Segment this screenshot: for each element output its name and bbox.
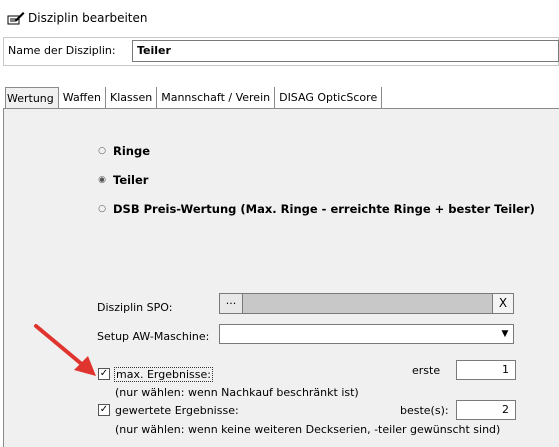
spo-field xyxy=(243,293,492,314)
counted-results-hint: (nur wählen: wenn keine weiteren Deckser… xyxy=(115,423,501,436)
max-results-value-label: erste xyxy=(412,364,441,377)
spo-browse-button[interactable]: ... xyxy=(219,293,243,314)
max-results-label: max. Ergebnisse: xyxy=(116,368,211,381)
name-label: Name der Disziplin: xyxy=(8,44,116,57)
max-results-checkbox[interactable]: ✓ xyxy=(98,368,110,380)
radio-dsb-preis[interactable]: ○ DSB Preis-Wertung (Max. Ringe - erreic… xyxy=(97,202,535,216)
radio-dsb-label: DSB Preis-Wertung (Max. Ringe - erreicht… xyxy=(113,202,535,216)
chevron-down-icon[interactable]: ▼ xyxy=(497,325,513,343)
tab-bar: Wertung Waffen Klassen Mannschaft / Vere… xyxy=(5,87,383,110)
radio-empty-icon[interactable]: ○ xyxy=(97,146,107,156)
counted-results-checkbox[interactable]: ✓ xyxy=(98,404,110,416)
max-results-input[interactable]: 1 xyxy=(456,360,516,380)
red-arrow-annotation xyxy=(34,324,96,376)
spo-label: Disziplin SPO: xyxy=(97,301,173,314)
tab-mannschaft-verein[interactable]: Mannschaft / Verein xyxy=(157,87,276,109)
tab-waffen[interactable]: Waffen xyxy=(58,87,106,109)
setup-select[interactable] xyxy=(219,324,514,344)
radio-selected-icon[interactable]: ◉ xyxy=(97,175,107,185)
tab-klassen[interactable]: Klassen xyxy=(106,87,158,109)
radio-teiler-label: Teiler xyxy=(113,173,149,187)
counted-results-input[interactable]: 2 xyxy=(456,400,516,420)
window-title: Disziplin bearbeiten xyxy=(28,11,148,25)
setup-label: Setup AW-Maschine: xyxy=(97,330,210,343)
max-results-hint: (nur wählen: wenn Nachkauf beschränkt is… xyxy=(115,386,359,399)
radio-empty-icon[interactable]: ○ xyxy=(97,204,107,214)
radio-teiler[interactable]: ◉ Teiler xyxy=(97,173,148,187)
radio-ringe[interactable]: ○ Ringe xyxy=(97,144,150,158)
discipline-name-input[interactable] xyxy=(132,40,559,62)
edit-discipline-icon xyxy=(7,12,25,25)
max-results-focus: max. Ergebnisse: xyxy=(114,367,213,382)
counted-results-value-label: beste(s): xyxy=(400,404,449,417)
counted-results-label: gewertete Ergebnisse: xyxy=(115,404,239,417)
tab-disag-opticscore[interactable]: DISAG OpticScore xyxy=(275,87,383,109)
spo-clear-button[interactable]: X xyxy=(492,293,514,314)
discipline-name-value[interactable]: Teiler xyxy=(137,44,171,57)
tab-wertung[interactable]: Wertung xyxy=(5,87,59,110)
radio-ringe-label: Ringe xyxy=(113,144,151,158)
